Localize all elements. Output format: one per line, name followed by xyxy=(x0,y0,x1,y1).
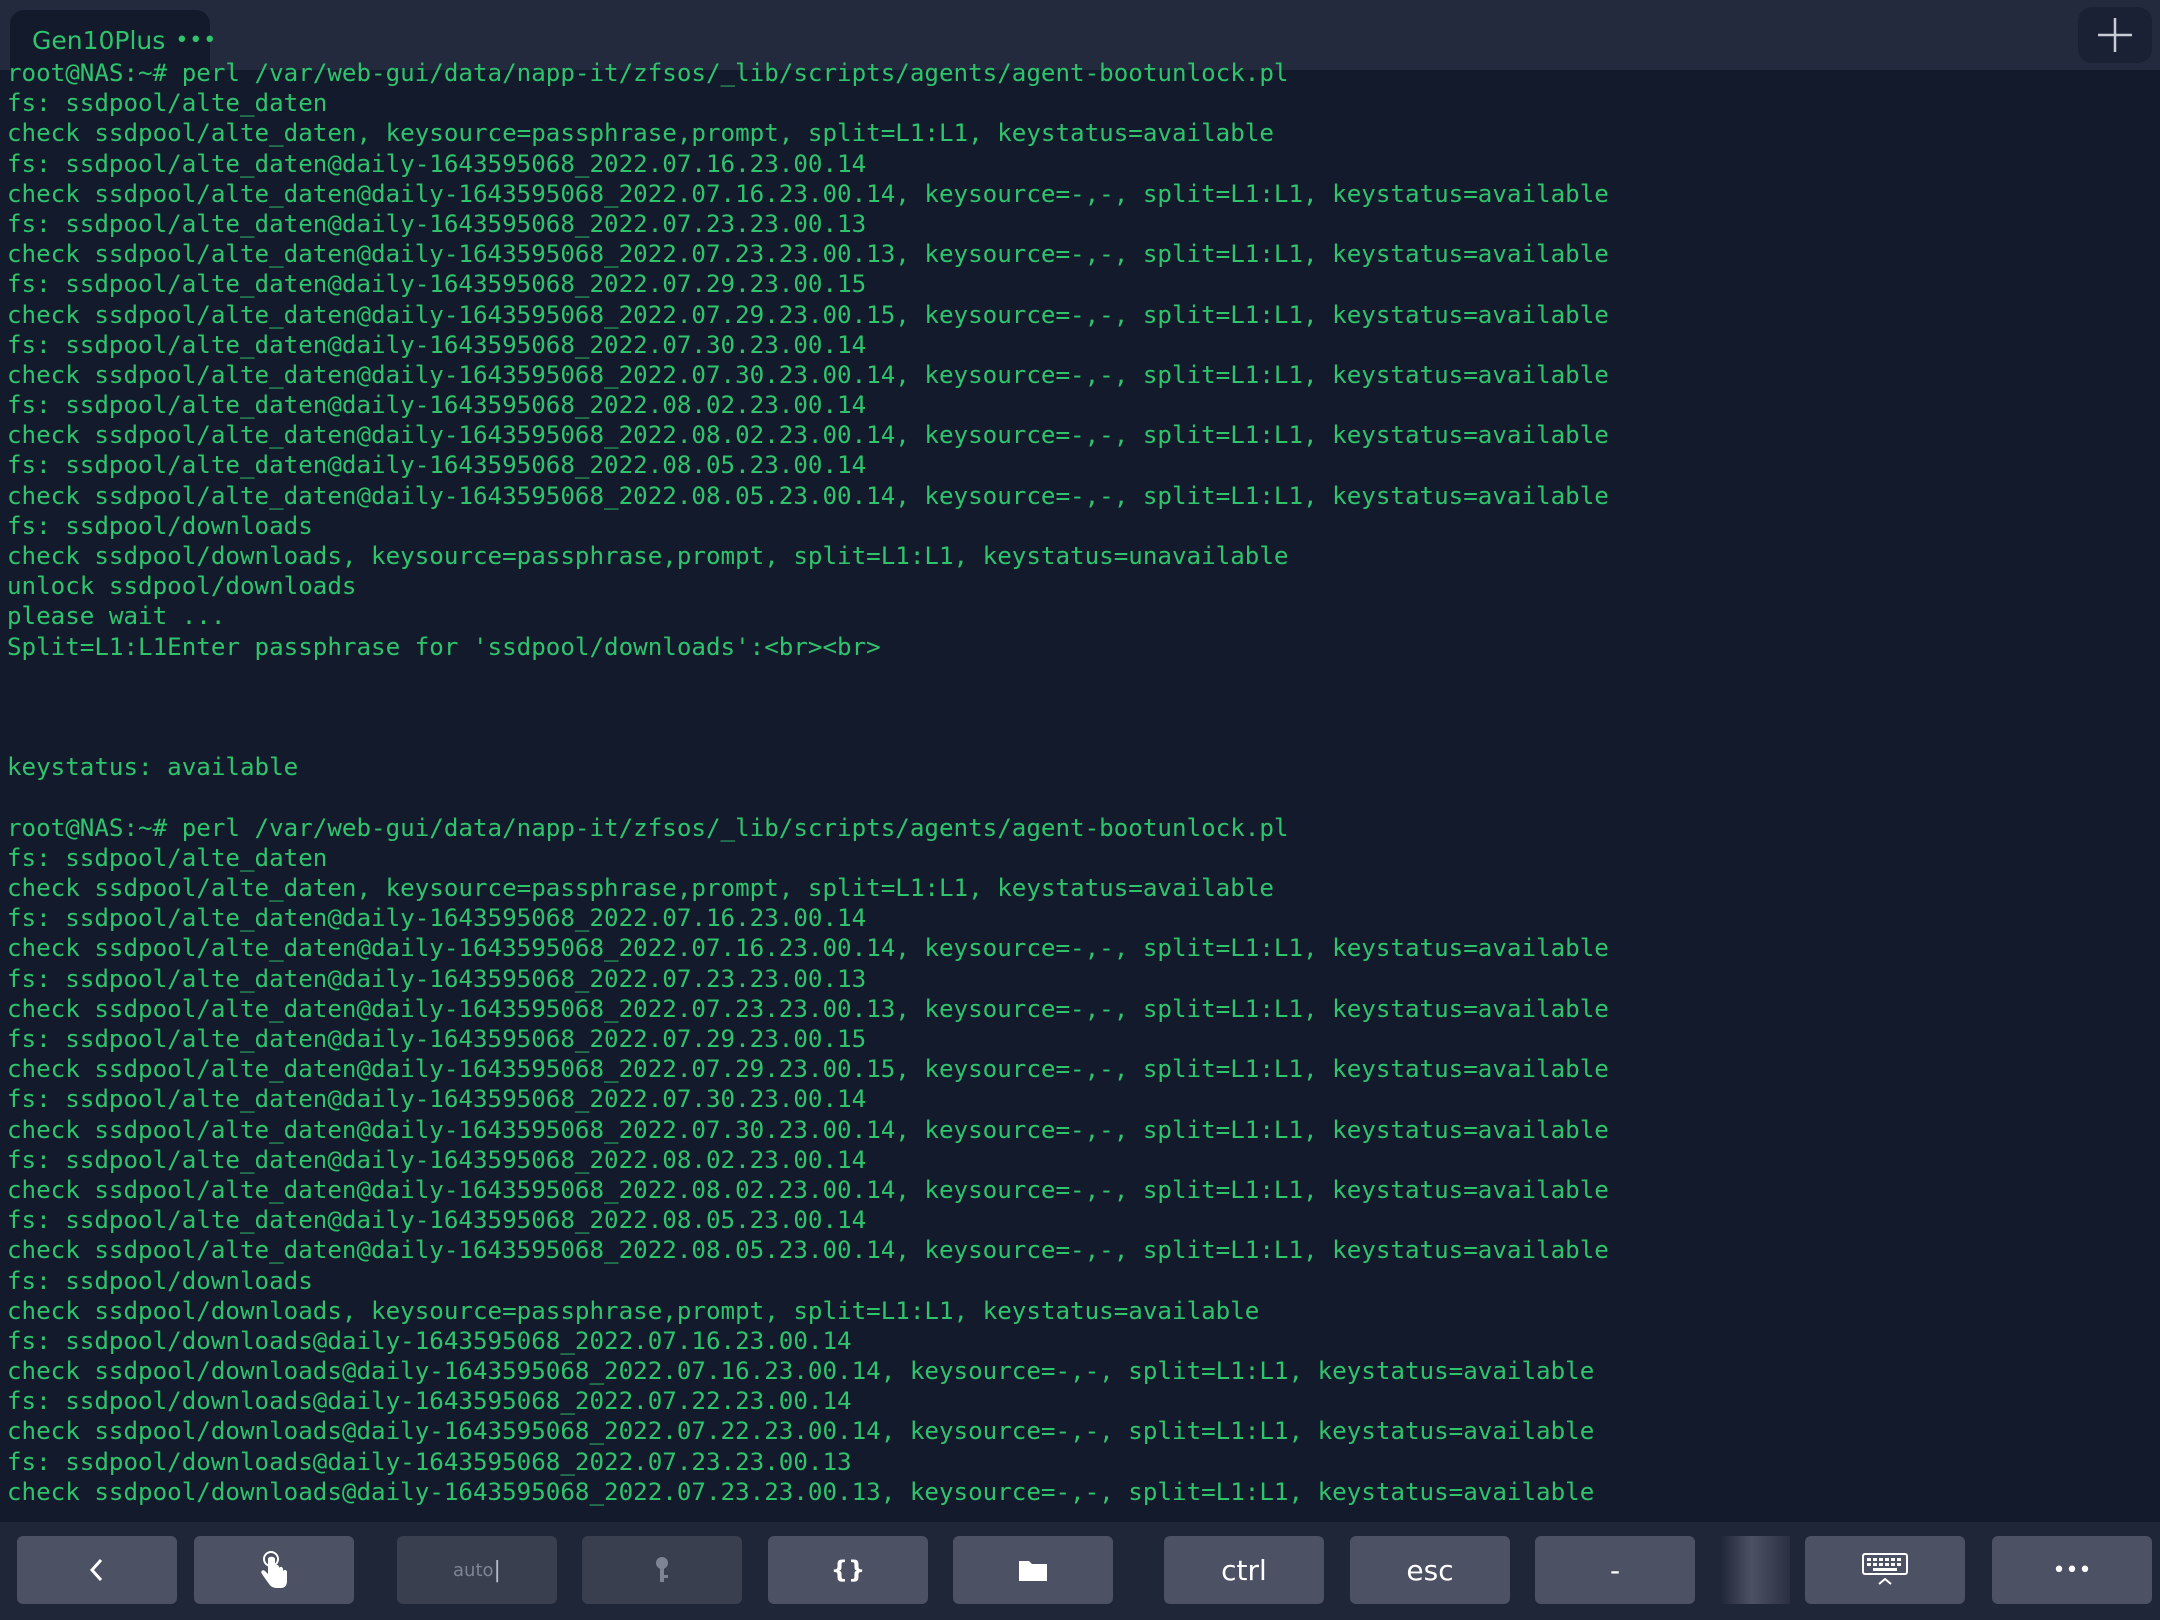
terminal-line: fs: ssdpool/alte_daten xyxy=(7,89,328,118)
terminal-line: fs: ssdpool/alte_daten xyxy=(7,843,328,872)
terminal-line: check ssdpool/alte_daten@daily-164359506… xyxy=(7,481,1609,510)
terminal-line: fs: ssdpool/alte_daten@daily-1643595068_… xyxy=(7,330,867,359)
braces-button[interactable]: {} xyxy=(768,1536,928,1604)
terminal-line: fs: ssdpool/alte_daten@daily-1643595068_… xyxy=(7,964,867,993)
terminal-line: check ssdpool/alte_daten, keysource=pass… xyxy=(7,119,1274,148)
terminal-line: check ssdpool/alte_daten@daily-164359506… xyxy=(7,994,1609,1023)
new-tab-button[interactable] xyxy=(2078,7,2152,63)
terminal-line: check ssdpool/alte_daten@daily-164359506… xyxy=(7,1175,1609,1204)
terminal-line: fs: ssdpool/downloads xyxy=(7,511,313,540)
terminal-line: fs: ssdpool/alte_daten@daily-1643595068_… xyxy=(7,1085,867,1114)
terminal-line: check ssdpool/downloads@daily-1643595068… xyxy=(7,1417,1595,1446)
terminal-line: fs: ssdpool/alte_daten@daily-1643595068_… xyxy=(7,451,867,480)
terminal-output[interactable]: root@NAS:~# perl /var/web-gui/data/napp-… xyxy=(7,58,2160,1520)
session-tab-menu-icon[interactable]: ••• xyxy=(175,28,217,53)
terminal-line: fs: ssdpool/downloads xyxy=(7,1266,313,1295)
touch-mode-button[interactable] xyxy=(194,1536,354,1604)
terminal-line: check ssdpool/alte_daten@daily-164359506… xyxy=(7,421,1609,450)
chevron-left-icon xyxy=(89,1558,103,1582)
terminal-line: check ssdpool/alte_daten@daily-164359506… xyxy=(7,934,1609,963)
ctrl-label: ctrl xyxy=(1221,1553,1267,1587)
keyboard-accessory-bar: auto | {} ctrl esc - ••• xyxy=(0,1522,2160,1620)
key-button[interactable] xyxy=(582,1536,742,1604)
esc-label: esc xyxy=(1406,1553,1454,1587)
terminal-line: fs: ssdpool/alte_daten@daily-1643595068_… xyxy=(7,149,867,178)
ctrl-key[interactable]: ctrl xyxy=(1164,1536,1324,1604)
terminal-line: check ssdpool/alte_daten@daily-164359506… xyxy=(7,240,1609,269)
terminal-line: check ssdpool/downloads@daily-1643595068… xyxy=(7,1357,1595,1386)
keyboard-hide-icon xyxy=(1862,1553,1908,1585)
auto-label: auto xyxy=(453,1559,494,1581)
hand-pointer-icon xyxy=(261,1551,287,1588)
terminal-line: fs: ssdpool/downloads@daily-1643595068_2… xyxy=(7,1326,852,1355)
esc-key[interactable]: esc xyxy=(1350,1536,1510,1604)
terminal-line: keystatus: available xyxy=(7,753,299,782)
braces-label: {} xyxy=(830,1556,866,1584)
scroll-fade xyxy=(1720,1536,1790,1604)
terminal-line: check ssdpool/alte_daten@daily-164359506… xyxy=(7,300,1609,329)
terminal-line: fs: ssdpool/downloads@daily-1643595068_2… xyxy=(7,1387,852,1416)
files-button[interactable] xyxy=(953,1536,1113,1604)
plus-icon xyxy=(2098,18,2132,52)
terminal-line: fs: ssdpool/alte_daten@daily-1643595068_… xyxy=(7,904,867,933)
hide-keyboard-button[interactable] xyxy=(1805,1536,1965,1604)
more-label: ••• xyxy=(2052,1557,2092,1583)
terminal-line: please wait ... xyxy=(7,602,226,631)
terminal-line: fs: ssdpool/alte_daten@daily-1643595068_… xyxy=(7,391,867,420)
auto-button[interactable]: auto | xyxy=(397,1536,557,1604)
terminal-line: fs: ssdpool/alte_daten@daily-1643595068_… xyxy=(7,1206,867,1235)
terminal-line: fs: ssdpool/downloads@daily-1643595068_2… xyxy=(7,1447,852,1476)
terminal-line: check ssdpool/downloads@daily-1643595068… xyxy=(7,1477,1595,1506)
terminal-line: check ssdpool/alte_daten@daily-164359506… xyxy=(7,1055,1609,1084)
terminal-line: unlock ssdpool/downloads xyxy=(7,572,357,601)
more-button[interactable]: ••• xyxy=(1992,1536,2152,1604)
terminal-line: check ssdpool/alte_daten@daily-164359506… xyxy=(7,360,1609,389)
dash-label: - xyxy=(1609,1553,1621,1587)
terminal-line: fs: ssdpool/alte_daten@daily-1643595068_… xyxy=(7,1145,867,1174)
terminal-line: check ssdpool/downloads, keysource=passp… xyxy=(7,542,1289,570)
dash-key[interactable]: - xyxy=(1535,1536,1695,1604)
terminal-line: check ssdpool/alte_daten@daily-164359506… xyxy=(7,179,1609,208)
terminal-line: fs: ssdpool/alte_daten@daily-1643595068_… xyxy=(7,209,867,238)
folder-icon xyxy=(1019,1561,1047,1581)
terminal-line: check ssdpool/alte_daten@daily-164359506… xyxy=(7,1115,1609,1144)
terminal-line: check ssdpool/downloads, keysource=passp… xyxy=(7,1296,1260,1325)
back-button[interactable] xyxy=(17,1536,177,1604)
terminal-line: Split=L1:L1Enter passphrase for 'ssdpool… xyxy=(7,632,881,661)
session-tab-title: Gen10Plus xyxy=(32,25,166,55)
terminal-line: check ssdpool/alte_daten, keysource=pass… xyxy=(7,874,1274,903)
caret-icon: | xyxy=(493,1557,501,1583)
terminal-line: root@NAS:~# perl /var/web-gui/data/napp-… xyxy=(7,813,1289,842)
key-icon xyxy=(656,1557,668,1582)
terminal-line: fs: ssdpool/alte_daten@daily-1643595068_… xyxy=(7,270,867,299)
terminal-line: root@NAS:~# perl /var/web-gui/data/napp-… xyxy=(7,59,1289,87)
terminal-line: check ssdpool/alte_daten@daily-164359506… xyxy=(7,1236,1609,1265)
terminal-line: fs: ssdpool/alte_daten@daily-1643595068_… xyxy=(7,1025,867,1053)
